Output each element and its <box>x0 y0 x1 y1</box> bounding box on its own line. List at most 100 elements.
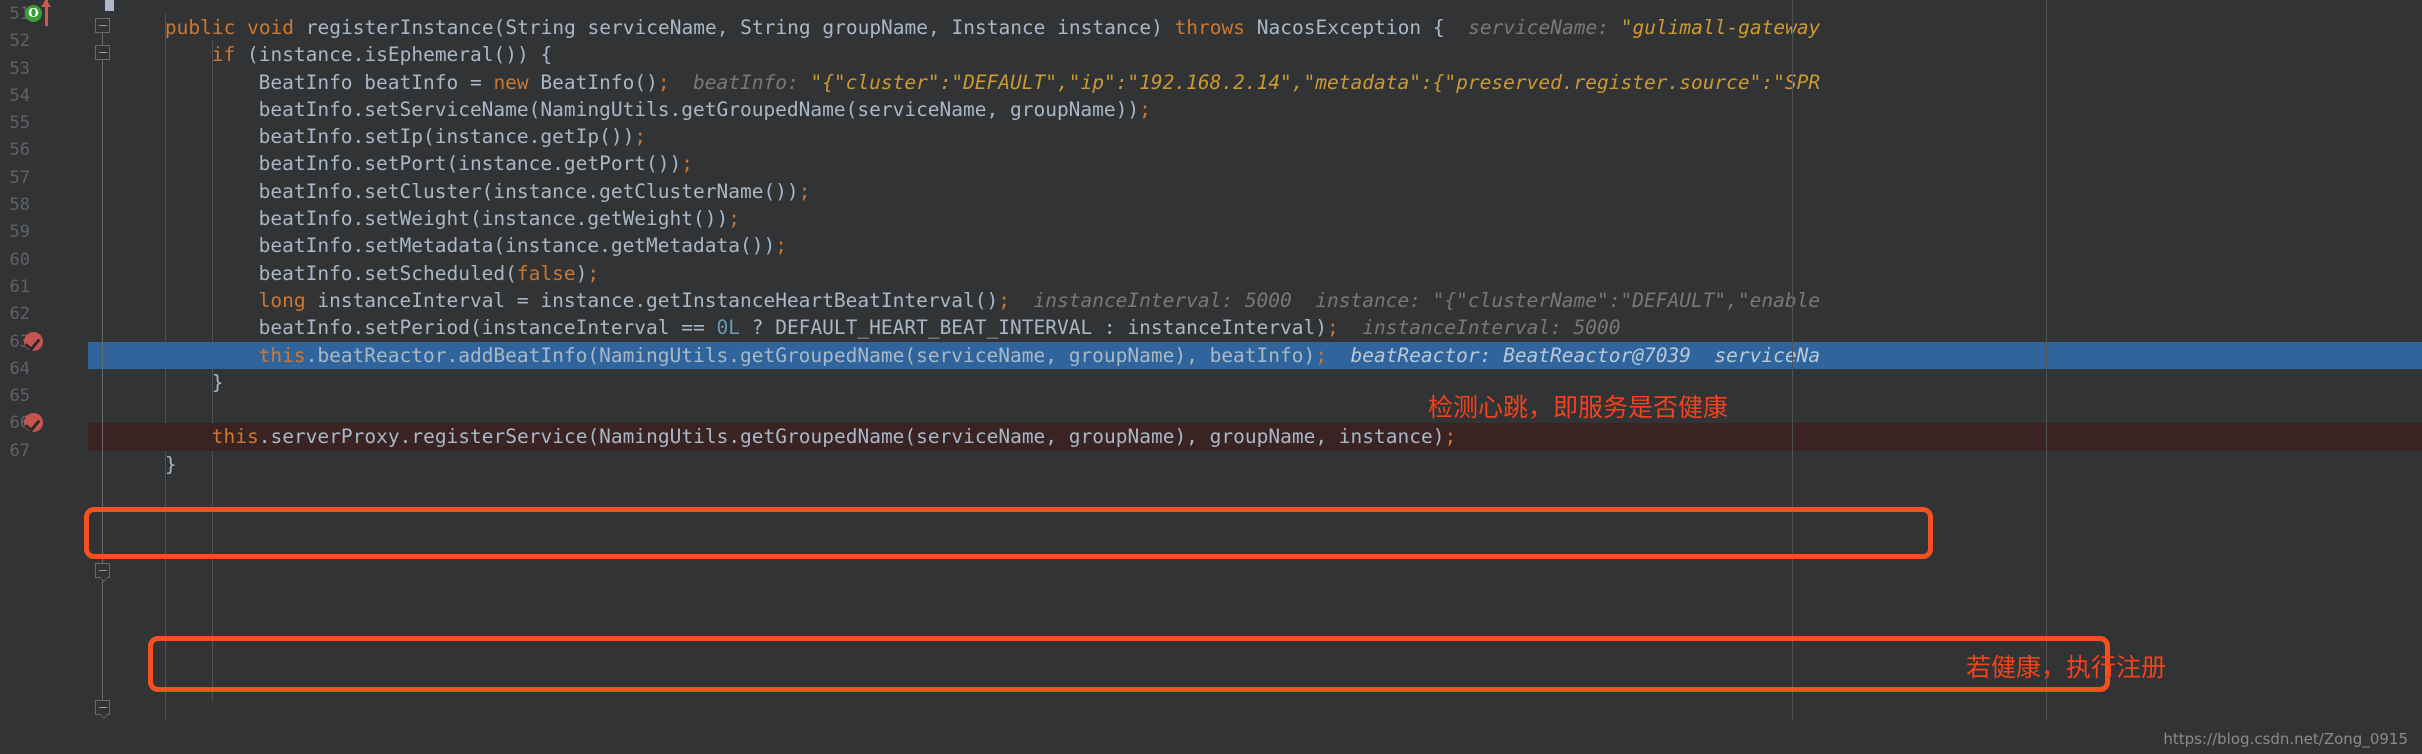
code-line-text: beatInfo.setCluster(instance.getClusterN… <box>259 178 811 205</box>
gutter-line-57[interactable]: 57 <box>0 164 88 191</box>
gutter-line-56[interactable]: 56 <box>0 136 88 163</box>
gutter-line-62[interactable]: 62 <box>0 300 88 327</box>
gutter-line-59[interactable]: 59 <box>0 218 88 245</box>
editor-bottom-strip <box>0 720 2422 754</box>
fold-stem-method <box>102 29 103 712</box>
line-number: 58 <box>9 195 30 216</box>
gutter-line-52[interactable]: 52 <box>0 27 88 54</box>
code-line[interactable]: this.serverProxy.registerService(NamingU… <box>0 423 2422 451</box>
code-line[interactable]: beatInfo.setMetadata(instance.getMetadat… <box>0 232 2422 259</box>
code-line-text: beatInfo.setServiceName(NamingUtils.getG… <box>259 96 1151 123</box>
gutter-line-61[interactable]: 61 <box>0 273 88 300</box>
breakpoint-verified-icon[interactable] <box>24 413 43 433</box>
line-number: 57 <box>9 167 30 188</box>
line-number: 56 <box>9 140 30 161</box>
annotation-heartbeat: 检测心跳，即服务是否健康 <box>1428 393 1729 422</box>
code-line[interactable]: public void registerInstance(String serv… <box>0 14 2422 41</box>
token-kw: if <box>211 43 236 67</box>
code-line[interactable]: beatInfo.setServiceName(NamingUtils.getG… <box>0 96 2422 123</box>
code-line[interactable]: } <box>0 451 2422 478</box>
gutter-line-53[interactable]: 53 <box>0 55 88 82</box>
code-line[interactable]: long instanceInterval = instance.getInst… <box>0 287 2422 314</box>
token-id: ) <box>575 261 588 285</box>
token-id: beatInfo.setWeight(instance.getWeight()) <box>258 207 729 231</box>
annotation-register: 若健康，执行注册 <box>1966 653 2167 682</box>
code-editor[interactable]: public void registerInstance(String serv… <box>0 0 2422 754</box>
line-number: 61 <box>9 276 30 297</box>
token-ws <box>1292 289 1315 312</box>
token-id: instanceInterval = instance.getInstanceH… <box>305 288 999 312</box>
editor-gutter[interactable]: 51 O 52 53 54 55 56 57 58 59 60 61 62 63 64 65 66 67 <box>0 0 88 754</box>
token-id: beatInfo.setScheduled( <box>258 261 517 285</box>
token-ws <box>294 16 306 39</box>
override-method-icon[interactable]: O <box>25 5 42 22</box>
code-line[interactable]: beatInfo.setWeight(instance.getWeight())… <box>0 205 2422 232</box>
fold-toggle-method-end[interactable] <box>95 700 110 715</box>
token-semi: ; <box>681 152 694 176</box>
token-id: .beatReactor.addBeatInfo(NamingUtils.get… <box>305 343 1316 367</box>
right-margin-guide-2 <box>2046 0 2047 754</box>
gutter-line-60[interactable]: 60 <box>0 246 88 273</box>
gutter-line-51[interactable]: 51 O <box>0 0 88 27</box>
token-id: BeatInfo() <box>528 70 658 94</box>
code-line[interactable]: beatInfo.setCluster(instance.getClusterN… <box>0 178 2422 205</box>
code-line[interactable]: } <box>0 369 2422 396</box>
gutter-line-55[interactable]: 55 <box>0 109 88 136</box>
code-line[interactable]: beatInfo.setIp(instance.getIp()); <box>0 123 2422 150</box>
token-id: beatInfo.setServiceName(NamingUtils.getG… <box>258 97 1140 121</box>
token-semi: ; <box>728 207 740 231</box>
code-line[interactable]: beatInfo.setScheduled(false); <box>0 260 2422 287</box>
token-kw: long <box>258 288 306 312</box>
code-text-area[interactable]: public void registerInstance(String serv… <box>0 14 2422 754</box>
gutter-line-65[interactable]: 65 <box>0 382 88 409</box>
right-margin-guide-1 <box>1792 0 1793 754</box>
token-hintstr: "{"cluster":"DEFAULT","ip":"192.168.2.14… <box>810 70 1821 94</box>
fold-toggle-method[interactable] <box>95 18 110 33</box>
gutter-line-54[interactable]: 54 <box>0 82 88 109</box>
token-semi: ; <box>657 70 670 94</box>
gutter-line-58[interactable]: 58 <box>0 191 88 218</box>
token-kw: new <box>493 70 529 94</box>
gutter-line-64[interactable]: 64 <box>0 355 88 382</box>
code-line-text: beatInfo.setWeight(instance.getWeight())… <box>259 205 740 232</box>
code-line[interactable]: BeatInfo beatInfo = new BeatInfo(); beat… <box>0 69 2422 96</box>
token-kw: false <box>516 261 576 285</box>
code-line[interactable]: beatInfo.setPeriod(instanceInterval == 0… <box>0 314 2422 341</box>
line-number: 55 <box>9 113 30 134</box>
code-line-text: beatInfo.setScheduled(false); <box>259 260 599 287</box>
line-number: 52 <box>9 31 30 52</box>
token-semi: ; <box>1139 97 1151 121</box>
token-hint: beatReactor: BeatReactor@7039 <box>1350 343 1691 367</box>
code-line[interactable]: this.beatReactor.addBeatInfo(NamingUtils… <box>0 341 2422 369</box>
code-line-text: public void registerInstance(String serv… <box>165 14 1820 41</box>
line-number: 60 <box>9 249 30 270</box>
token-semi: ; <box>998 288 1011 312</box>
token-hint: instanceInterval: 5000 <box>1033 288 1292 312</box>
code-line[interactable]: beatInfo.setPort(instance.getPort()); <box>0 150 2422 177</box>
token-id: } <box>211 370 224 394</box>
gutter-line-66[interactable]: 66 <box>0 409 88 436</box>
token-semi: ; <box>1326 316 1339 340</box>
code-line-text: } <box>165 451 177 478</box>
code-line-text: beatInfo.setPeriod(instanceInterval == 0… <box>259 314 1621 341</box>
token-id: } <box>164 452 177 476</box>
token-ws <box>1691 344 1714 367</box>
code-line[interactable]: if (instance.isEphemeral()) { <box>0 41 2422 68</box>
line-number: 59 <box>9 222 30 243</box>
breakpoint-verified-icon[interactable] <box>24 331 43 351</box>
token-id: NacosException { <box>1256 16 1445 39</box>
line-number: 54 <box>9 85 30 106</box>
gutter-line-67[interactable]: 67 <box>0 437 88 464</box>
fold-toggle-if[interactable] <box>95 45 110 60</box>
token-kw: public <box>164 16 236 39</box>
token-ws <box>1010 289 1033 312</box>
fold-toggle-if-end[interactable] <box>95 563 110 578</box>
gutter-line-63[interactable]: 63 <box>0 328 88 355</box>
token-kw: throws <box>1174 16 1246 39</box>
token-hint: serviceName: <box>1468 16 1621 39</box>
code-line[interactable] <box>0 396 2422 423</box>
token-hintstr: "gulimall-gateway <box>1620 16 1821 39</box>
token-ws <box>1339 316 1362 339</box>
code-folding-column[interactable] <box>88 0 118 754</box>
token-semi: ; <box>587 261 600 285</box>
